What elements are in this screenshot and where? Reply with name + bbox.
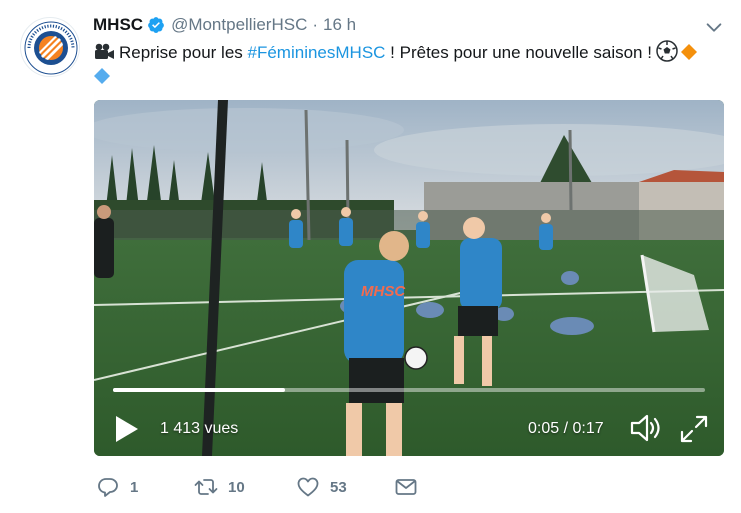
volume-icon[interactable] [629,412,663,444]
soccer-ball-icon [656,40,678,62]
video-progress-fill [113,388,285,392]
tweet[interactable]: MHSC @MontpellierHSC · 16 h Reprise pour… [0,0,741,513]
direct-message-button[interactable] [394,475,418,499]
video-frame: MHSC [94,100,724,456]
club-logo-icon [22,19,79,76]
timestamp[interactable]: 16 h [323,15,356,35]
heart-icon [297,477,319,497]
retweet-icon [194,479,218,495]
video-timecode: 0:05 / 0:17 [528,420,604,437]
video-progress-bar[interactable] [113,388,705,392]
reply-count: 1 [130,478,139,496]
envelope-icon [395,479,417,495]
author-name[interactable]: MHSC [93,15,143,35]
fullscreen-icon[interactable] [679,414,709,444]
retweet-count: 10 [228,478,245,496]
chevron-down-icon[interactable] [703,17,725,39]
tweet-text: Reprise pour les #FémininesMHSC ! Prêtes… [93,40,723,89]
avatar[interactable] [20,17,80,77]
separator: · [312,15,319,34]
retweet-button[interactable]: 10 [194,475,245,499]
reply-button[interactable]: 1 [96,475,138,499]
tweet-text-start: Reprise pour les [119,43,248,62]
like-button[interactable]: 53 [296,475,347,499]
hashtag-link[interactable]: #FémininesMHSC [248,43,386,62]
tweet-header: MHSC @MontpellierHSC · 16 h [93,14,356,36]
like-count: 53 [330,478,347,496]
video-player[interactable]: MHSC 1 413 vues 0:05 / 0:17 [94,100,724,456]
play-icon[interactable] [112,413,142,445]
tweet-text-end: ! Prêtes pour une nouvelle saison ! [385,43,652,62]
verified-badge-icon [148,17,164,33]
blue-diamond-icon [94,68,110,84]
orange-diamond-icon [680,44,697,60]
movie-camera-icon [95,43,114,59]
reply-icon [98,478,118,497]
view-count: 1 413 vues [160,420,239,437]
shirt-text: MHSC [361,283,406,300]
author-handle[interactable]: @MontpellierHSC [171,15,307,35]
